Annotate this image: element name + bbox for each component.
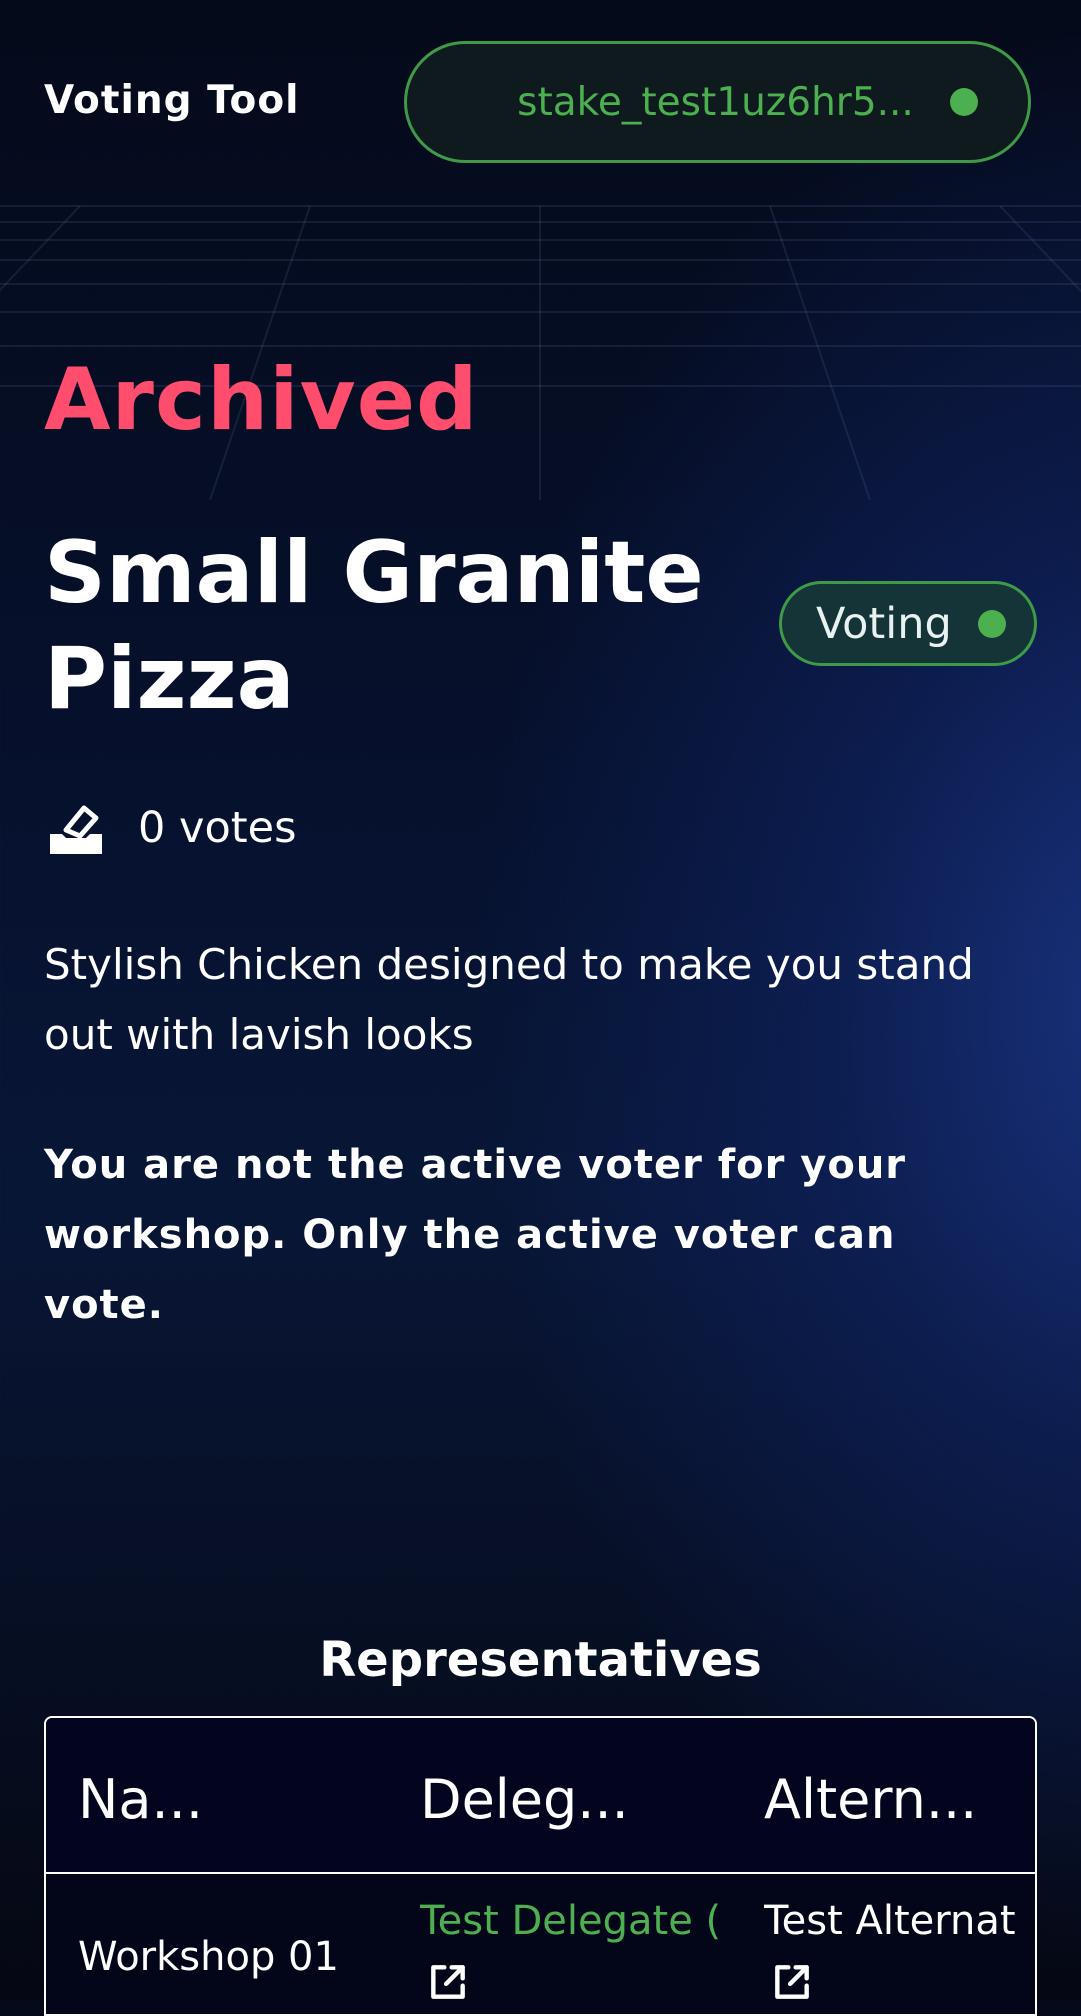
voter-notice: You are not the active voter for your wo… xyxy=(44,1142,907,1328)
votes-count-row: 0 votes xyxy=(44,800,297,856)
representatives-table: Na... Deleg... Altern... Workshop 01 Tes… xyxy=(44,1716,1037,2016)
top-bar: Voting Tool stake_test1uz6hr5... xyxy=(0,0,1081,205)
voting-badge-dot xyxy=(977,609,1006,638)
wallet-address: stake_test1uz6hr5... xyxy=(517,79,914,125)
wallet-connect-button[interactable]: stake_test1uz6hr5... xyxy=(404,41,1031,163)
voting-status-badge: Voting xyxy=(779,581,1037,666)
proposal-status-heading: Archived xyxy=(44,350,479,450)
proposal-description: Stylish Chicken designed to make you sta… xyxy=(44,940,974,1059)
alternate-name: Test Alternat xyxy=(764,1898,1016,1944)
table-row: Workshop 01 Test Delegate ( Test Alterna… xyxy=(46,1874,1035,2014)
representatives-title: Representatives xyxy=(319,1632,762,1688)
column-header-name[interactable]: Na... xyxy=(78,1768,228,1831)
column-header-delegate[interactable]: Deleg... xyxy=(420,1768,640,1831)
delegate-link[interactable]: Test Delegate ( xyxy=(420,1898,734,1944)
wallet-status-dot xyxy=(949,88,978,116)
workshop-name: Workshop 01 xyxy=(78,1934,339,1980)
external-link-icon[interactable] xyxy=(770,1960,814,2004)
table-header: Na... Deleg... Altern... xyxy=(46,1718,1035,1874)
votes-count: 0 votes xyxy=(138,803,297,853)
proposal-title: Small Granite Pizza xyxy=(44,523,704,729)
external-link-icon[interactable] xyxy=(426,1960,470,2004)
ballot-box-icon xyxy=(50,805,102,854)
voting-badge-label: Voting xyxy=(816,598,952,649)
app-title: Voting Tool xyxy=(44,78,300,123)
column-header-alternate[interactable]: Altern... xyxy=(764,1768,984,1831)
